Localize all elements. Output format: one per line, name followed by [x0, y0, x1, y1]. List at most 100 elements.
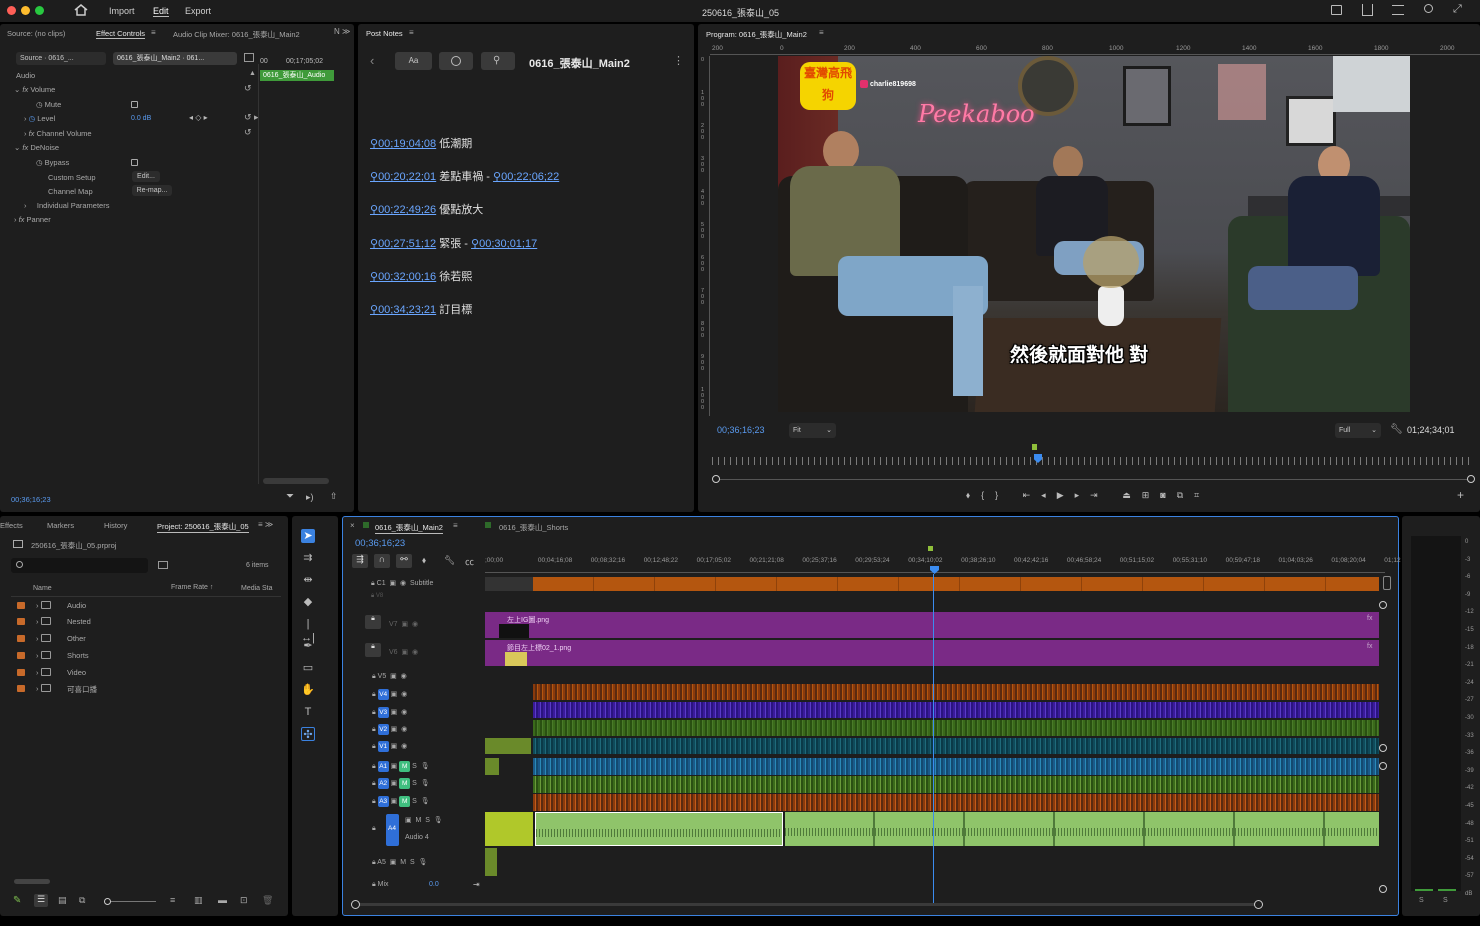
note-timecode-link[interactable]: ⚲00;27;51;12 [370, 238, 436, 250]
marker-button[interactable]: ⚲ [481, 52, 515, 70]
v3-clips[interactable] [533, 702, 1379, 718]
mark-out-icon[interactable]: } [995, 490, 1009, 500]
go-to-in-icon[interactable]: ⇤ [1023, 490, 1042, 500]
fullscreen-icon[interactable]: ⤢ [1453, 3, 1462, 16]
tab-project[interactable]: Project: 250616_張泰山_05 [157, 521, 249, 533]
new-item-icon[interactable]: ⊡ [240, 895, 248, 906]
col-media-start[interactable]: Media Sta [241, 585, 273, 592]
menu-export[interactable]: Export [185, 6, 211, 16]
track-area[interactable]: 左上IG圖.png fx 節目左上標02_1.png fx [485, 574, 1385, 904]
mini-audio-clip[interactable]: 0616_張泰山_Audio [260, 70, 334, 81]
step-forward-icon[interactable]: ▸ [1075, 490, 1091, 500]
panel-menu-icon[interactable]: ≡ [819, 28, 824, 37]
audio-zoom-handle[interactable] [1379, 885, 1387, 893]
panel-icon[interactable] [244, 53, 254, 62]
razor-icon[interactable]: ◆ [301, 595, 315, 609]
tab-sequence-shorts[interactable]: 0616_張泰山_Shorts [499, 522, 568, 533]
track-mix[interactable]: 🔒︎ Mix [372, 881, 389, 889]
subtitle-track-clips[interactable] [533, 577, 1379, 591]
track-a1[interactable]: 🔒︎ A1 ▣ M S 🎙︎ [372, 761, 430, 772]
video-zoom-handle[interactable] [1379, 744, 1387, 752]
add-marker-icon[interactable]: ⬧ [966, 490, 981, 500]
audio-zoom-handle[interactable] [1379, 762, 1387, 770]
a5-clip[interactable] [485, 848, 497, 876]
row-volume[interactable]: ⌄ fx Volume [14, 85, 55, 94]
tab-post-notes[interactable]: Post Notes [366, 29, 403, 38]
play-icon[interactable]: ▶ [1057, 490, 1075, 500]
timeline-zoom-right[interactable] [1254, 900, 1263, 909]
minimize-window-button[interactable] [21, 6, 30, 15]
solo-right[interactable]: S [1443, 897, 1448, 904]
source-clip-chip[interactable]: Source · 0616_... [16, 52, 106, 65]
mix-end-icon[interactable]: ⇥ [473, 880, 480, 889]
note-timecode-link[interactable]: ⚲00;19;04;08 [370, 138, 436, 150]
track-v7[interactable]: V7 ▣ ◉ [389, 620, 418, 628]
video-frame[interactable]: 臺灣高飛狗 charlie819698 Peekaboo 然後就面對他 對 [778, 56, 1410, 412]
check-button[interactable] [439, 52, 473, 70]
mark-in-icon[interactable]: { [981, 490, 995, 500]
tab-source[interactable]: Source: (no clips) [7, 29, 65, 38]
current-timecode[interactable]: 00;36;16;23 [11, 495, 51, 504]
mix-value[interactable]: 0.0 [429, 881, 439, 888]
home-icon[interactable] [74, 4, 88, 16]
lift-icon[interactable]: ⏏ [1122, 490, 1142, 500]
bin-expand-icon[interactable]: › [36, 651, 39, 660]
timeline-zoom-left[interactable] [351, 900, 360, 909]
new-bin-icon[interactable]: ▬ [218, 895, 227, 905]
edit-button[interactable]: Edit... [132, 171, 160, 182]
extract-icon[interactable]: ⊞ [1142, 490, 1161, 500]
tab-sequence-main[interactable]: 0616_張泰山_Main2 [375, 522, 443, 534]
back-chevron-icon[interactable]: ‹ [370, 53, 374, 68]
resolution-dropdown[interactable]: Full ⌄ [1335, 423, 1381, 438]
remap-button[interactable]: Re-map... [132, 185, 172, 196]
zoom-bar[interactable] [716, 479, 1473, 480]
note-timecode-link[interactable]: ⚲00;30;01;17 [471, 238, 537, 250]
freeform-view-icon[interactable]: ⧉ [79, 895, 85, 906]
track-c1[interactable]: 🔒︎ C1 ▣ ◉ Subtitle [371, 579, 433, 588]
horizontal-scrollbar[interactable] [14, 879, 50, 884]
share-icon[interactable] [1362, 4, 1373, 16]
bin-expand-icon[interactable]: › [36, 668, 39, 677]
vertical-scrollbar[interactable] [1383, 576, 1391, 590]
video-zoom-handle[interactable] [1379, 601, 1387, 609]
slip-tool-icon[interactable]: |↔| [301, 617, 315, 644]
play-audio-icon[interactable]: ▸) [306, 492, 314, 503]
panel-layout-icon[interactable] [1331, 5, 1342, 15]
v1-clips[interactable] [533, 738, 1379, 754]
keyframe-nav[interactable]: ◂ ◇ ▸ [189, 113, 208, 122]
track-v2[interactable]: 🔒︎ V2 ▣ ◉ [372, 724, 407, 735]
tab-audio-clip-mixer[interactable]: Audio Clip Mixer: 0616_張泰山_Main2 [173, 29, 300, 40]
tab-history[interactable]: History [104, 521, 127, 530]
trash-icon[interactable]: 🗑︎ [262, 895, 273, 906]
program-timecode[interactable]: 00;36;16;23 [717, 425, 765, 435]
tab-effects[interactable]: Effects [0, 521, 23, 530]
collapse-icon[interactable]: ▲ [249, 70, 256, 77]
timeline-timecode[interactable]: 00;36;16;23 [355, 538, 405, 549]
a3-clips[interactable] [533, 794, 1379, 811]
track-a2[interactable]: 🔒︎ A2 ▣ M S 🎙︎ [372, 778, 430, 789]
track-a4[interactable]: A4 [388, 825, 396, 832]
v7-clip[interactable]: 左上IG圖.png fx [485, 612, 1379, 638]
selection-tool-icon[interactable]: ➤ [301, 529, 315, 543]
settings-wrench-icon[interactable]: 🔧︎ [444, 555, 455, 566]
project-search-input[interactable] [11, 558, 148, 573]
panel-menu-icon[interactable]: ≡ [151, 28, 156, 37]
note-timecode-link[interactable]: ⚲00;20;22;01 [370, 171, 436, 183]
ripple-edit-icon[interactable]: ⇹ [301, 573, 315, 587]
row-channel-volume[interactable]: › fx Channel Volume [24, 129, 92, 138]
track-v5[interactable]: 🔒︎ V5 ▣ ◉ [372, 672, 407, 681]
reset-icon[interactable]: ↺ [244, 83, 252, 94]
zoom-handle-left[interactable] [712, 475, 720, 483]
compare-icon[interactable]: ⧉ [1177, 490, 1194, 500]
add-button-icon[interactable]: + [1457, 488, 1464, 502]
reset-icon[interactable]: ↺ [244, 127, 252, 138]
track-v8[interactable]: 🔒︎ V8 [371, 593, 383, 600]
tab-markers[interactable]: Markers [47, 521, 74, 530]
note-timecode-link[interactable]: ⚲00;22;06;22 [493, 171, 559, 183]
zoom-slider[interactable] [104, 901, 156, 902]
insert-nest-icon[interactable]: ⇶ [352, 554, 368, 568]
more-tabs-icon[interactable]: N ≫ [334, 27, 350, 36]
mute-checkbox[interactable] [131, 101, 138, 108]
track-v1[interactable]: 🔒︎ V1 ▣ ◉ [372, 741, 407, 752]
col-frame-rate[interactable]: Frame Rate ↑ [171, 584, 213, 591]
